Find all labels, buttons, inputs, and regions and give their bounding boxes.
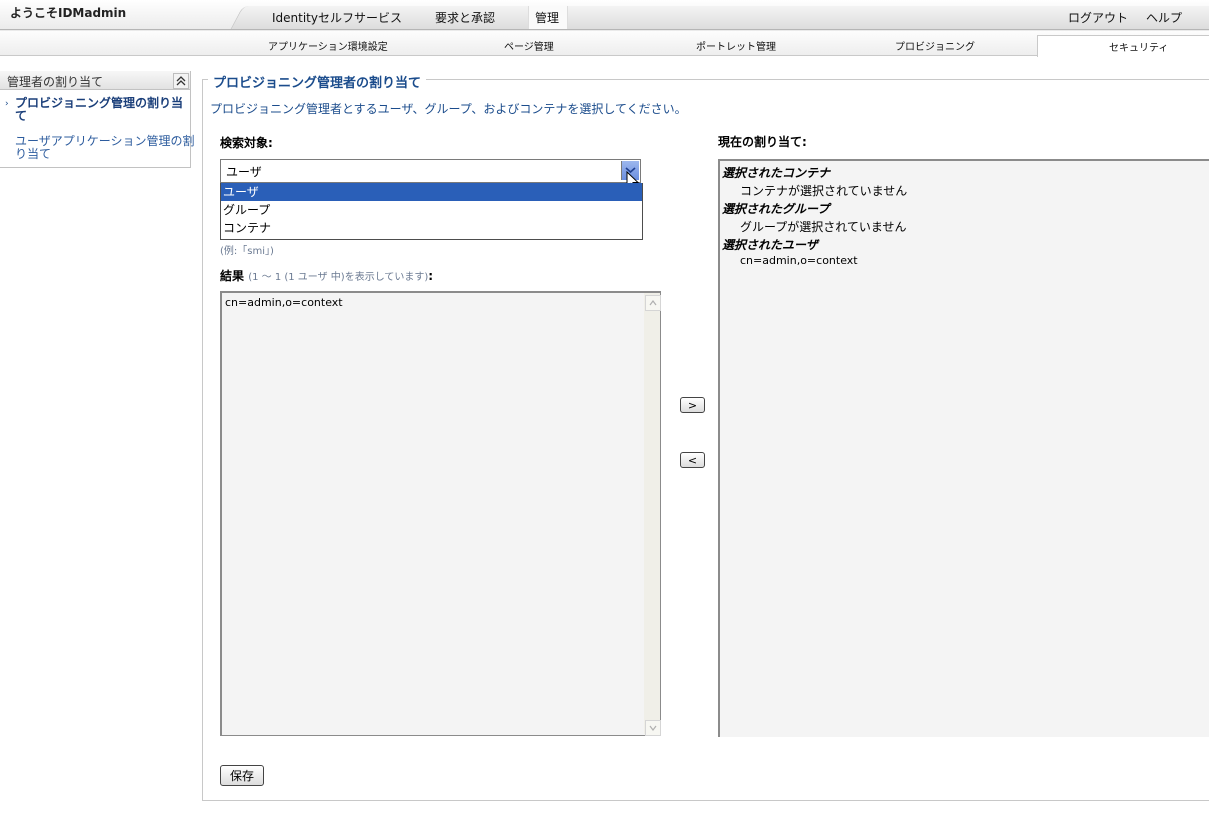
add-assignment-button[interactable]: > [680, 397, 705, 413]
selected-containers-heading: 選択されたコンテナ [722, 166, 831, 180]
help-link[interactable]: ヘルプ [1146, 9, 1182, 26]
tab-identity-self-service[interactable]: Identityセルフサービス [272, 9, 402, 26]
logout-link[interactable]: ログアウト [1068, 9, 1128, 26]
sidebar-item-label-line2: り当て [15, 147, 52, 161]
subnav-app-config[interactable]: アプリケーション環境設定 [268, 38, 388, 53]
selected-users-value[interactable]: cn=admin,o=context [740, 254, 858, 267]
results-count: (1 ～ 1 (1 ユーザ 中)を表示しています) [248, 272, 429, 283]
selected-users-heading: 選択されたユーザ [722, 238, 818, 252]
results-label: 結果 [220, 269, 245, 283]
subnav-provisioning[interactable]: プロビジョニング [895, 38, 975, 53]
sidebar-item-label-line1: プロビジョニング管理の割り当 [15, 96, 184, 110]
subnav-security[interactable]: セキュリティ [1109, 39, 1168, 54]
subnav-portlet-admin[interactable]: ポートレット管理 [696, 38, 776, 53]
search-example-hint: (例:「smi」) [220, 246, 274, 257]
result-item[interactable]: cn=admin,o=context [225, 296, 343, 309]
subnav-page-admin[interactable]: ページ管理 [504, 38, 554, 53]
header-divider [0, 29, 1209, 30]
results-listbox[interactable] [220, 291, 661, 736]
chevron-down-icon [649, 725, 657, 731]
scroll-down-button[interactable] [645, 720, 661, 736]
chevron-up-icon [649, 300, 657, 306]
search-target-label: 検索対象: [220, 136, 273, 150]
results-colon: : [428, 269, 434, 283]
search-target-selected-value: ユーザ [226, 165, 262, 179]
tab-administration[interactable]: 管理 [535, 9, 559, 26]
results-scrollbar[interactable] [644, 293, 660, 734]
remove-assignment-button[interactable]: < [680, 452, 705, 468]
welcome-text: ようこそIDMadmin [10, 6, 127, 20]
selected-groups-value: グループが選択されていません [740, 220, 907, 234]
sidebar-item-label-line2: て [15, 109, 28, 123]
current-assignment-label: 現在の割り当て: [718, 135, 807, 149]
results-label-row: 結果 (1 ～ 1 (1 ユーザ 中)を表示しています): [220, 267, 433, 284]
collapse-button[interactable] [173, 73, 189, 89]
tab-requests-approvals[interactable]: 要求と承認 [435, 9, 495, 26]
selected-containers-value: コンテナが選択されていません [740, 184, 908, 198]
fieldset-legend: プロビジョニング管理者の割り当て [213, 76, 422, 91]
sidebar-item-userapp-admin[interactable]: ユーザアプリケーション管理の割 り当て [15, 135, 195, 161]
option-group[interactable]: グループ [221, 201, 642, 219]
save-button[interactable]: 保存 [220, 765, 264, 786]
sidebar-title: 管理者の割り当て [7, 75, 104, 89]
instructions-text: プロビジョニング管理者とするユーザ、グループ、およびコンテナを選択してください。 [210, 102, 687, 116]
double-chevron-up-icon [176, 76, 186, 86]
selected-groups-heading: 選択されたグループ [722, 202, 830, 216]
option-container[interactable]: コンテナ [221, 219, 642, 237]
option-user[interactable]: ユーザ [221, 183, 642, 201]
scroll-up-button[interactable] [645, 295, 661, 311]
bullet-icon: › [5, 99, 9, 109]
sub-nav-bar [0, 31, 1209, 56]
sidebar-item-provisioning-admin[interactable]: プロビジョニング管理の割り当 て [15, 97, 183, 123]
search-target-select[interactable] [220, 159, 641, 183]
